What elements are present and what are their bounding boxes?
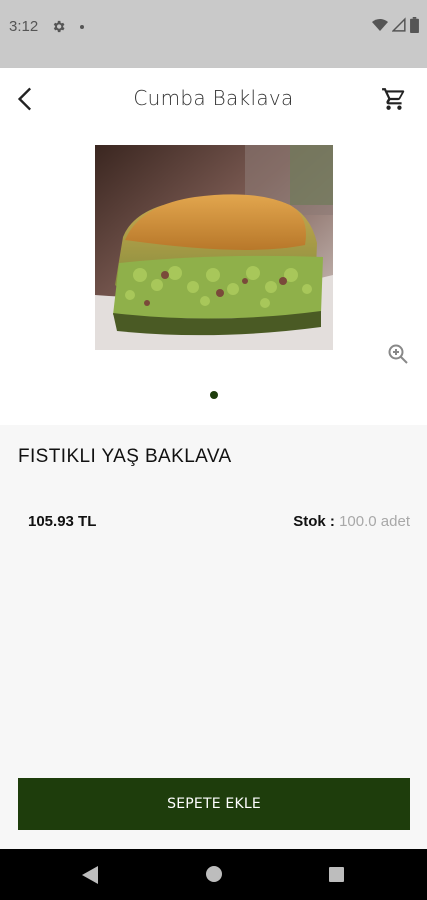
pager-dot[interactable]	[210, 391, 218, 399]
nav-recents-button[interactable]	[329, 867, 344, 882]
system-nav-bar	[0, 849, 427, 900]
notification-dot-icon	[80, 25, 84, 29]
add-to-cart-button[interactable]: SEPETE EKLE	[18, 778, 410, 830]
stock-info: Stok : 100.0 adet	[293, 513, 410, 530]
gear-icon	[53, 20, 65, 33]
product-name: FISTIKLI YAŞ BAKLAVA	[18, 446, 232, 467]
cart-button[interactable]	[381, 86, 407, 112]
stock-label: Stok :	[293, 513, 335, 530]
status-bar: 3:12	[0, 0, 427, 68]
battery-icon	[410, 17, 419, 33]
status-time: 3:12	[9, 18, 39, 35]
page-title: Cumba Baklava	[133, 86, 294, 110]
signal-icon	[392, 17, 406, 32]
nav-home-button[interactable]	[206, 866, 222, 882]
product-price: 105.93 TL	[28, 513, 97, 530]
shopping-cart-icon	[382, 88, 405, 110]
nav-back-button[interactable]	[82, 866, 98, 884]
zoom-button[interactable]	[386, 342, 410, 366]
status-icons	[372, 17, 419, 33]
stock-value: 100.0 adet	[339, 513, 410, 530]
back-triangle-icon	[82, 866, 98, 884]
wifi-icon	[372, 19, 388, 31]
product-gallery	[0, 129, 427, 425]
product-image[interactable]	[95, 145, 333, 350]
app-bar: Cumba Baklava	[0, 68, 427, 129]
zoom-in-icon	[388, 344, 408, 364]
